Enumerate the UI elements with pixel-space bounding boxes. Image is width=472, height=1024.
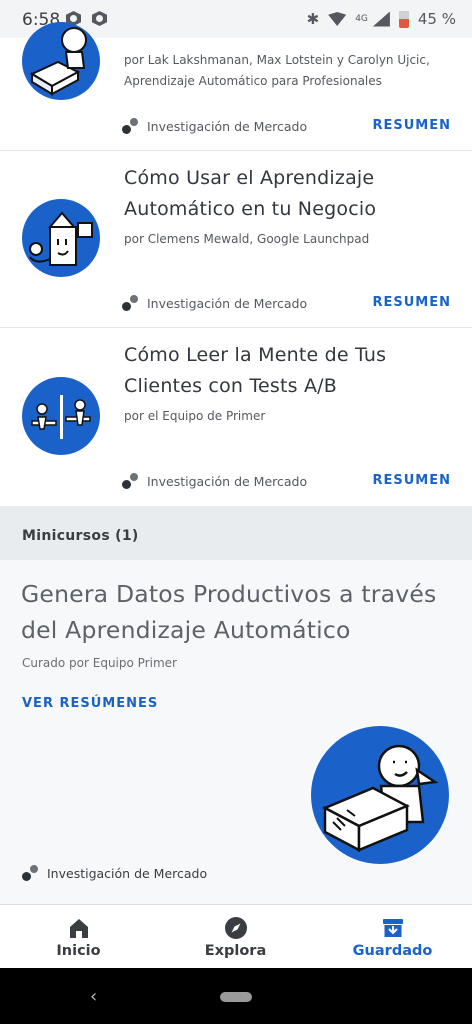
category-label: Investigación de Mercado	[147, 118, 308, 134]
card-byline: por el Equipo de Primer	[124, 409, 266, 423]
network-type: 4G	[355, 14, 368, 24]
wifi-icon	[328, 12, 347, 26]
resumen-button[interactable]: RESUMEN	[372, 118, 451, 133]
minicourse-byline: Curado por Equipo Primer	[22, 656, 177, 670]
ab-test-desks-illustration	[22, 377, 100, 455]
card-category: Investigación de Mercado	[122, 473, 307, 489]
ver-resumenes-button[interactable]: VER RESÚMENES	[22, 696, 158, 711]
nav-label: Explora	[204, 943, 267, 959]
bluetooth-icon: ✱	[306, 10, 320, 28]
category-label: Investigación de Mercado	[47, 865, 208, 881]
summary-card[interactable]: Cómo Leer la Mente de Tus Clientes con T…	[0, 328, 472, 505]
minicourse-category: Investigación de Mercado	[22, 865, 207, 881]
resumen-button[interactable]: RESUMEN	[372, 473, 451, 488]
nav-inicio[interactable]: Inicio	[0, 905, 157, 969]
system-navigation-bar: ‹	[0, 968, 472, 1024]
nav-label: Inicio	[56, 943, 101, 959]
card-category: Investigación de Mercado	[122, 118, 307, 134]
card-category: Investigación de Mercado	[122, 295, 307, 311]
saved-archive-icon	[382, 919, 403, 937]
battery-icon	[398, 10, 409, 28]
category-dots-icon	[22, 865, 40, 881]
summary-card[interactable]: Cómo Usar el Aprendizaje Automático en t…	[0, 151, 472, 328]
nav-explora[interactable]: Explora	[157, 905, 314, 969]
summary-card[interactable]: por Lak Lakshmanan, Max Lotstein y Carol…	[0, 22, 472, 151]
battery-percent: 45 %	[417, 10, 456, 28]
category-label: Investigación de Mercado	[147, 473, 308, 489]
card-byline: por Lak Lakshmanan, Max Lotstein y Carol…	[124, 53, 430, 88]
robot-illustration	[22, 199, 100, 277]
person-with-box-illustration	[22, 22, 100, 100]
card-title[interactable]: Cómo Leer la Mente de Tus Clientes con T…	[124, 340, 454, 402]
person-with-box-illustration	[311, 726, 449, 864]
signal-icon	[372, 11, 390, 27]
nav-guardado[interactable]: Guardado	[314, 905, 471, 969]
compass-icon	[224, 917, 247, 939]
bottom-navigation: Inicio Explora Guardado	[0, 904, 472, 969]
nav-label: Guardado	[352, 943, 433, 959]
minicourse-card[interactable]: Genera Datos Productivos a través del Ap…	[0, 560, 472, 904]
category-dots-icon	[122, 295, 140, 311]
section-header: Minicursos (1)	[0, 506, 472, 560]
card-byline: por Clemens Mewald, Google Launchpad	[124, 232, 370, 246]
category-dots-icon	[122, 473, 140, 489]
home-gesture-pill[interactable]	[220, 992, 252, 1002]
notification-app-icon	[92, 11, 107, 26]
minicourse-title[interactable]: Genera Datos Productivos a través del Ap…	[21, 576, 461, 648]
back-icon[interactable]: ‹	[90, 986, 97, 1007]
section-title: Minicursos (1)	[22, 528, 139, 544]
home-icon	[69, 919, 88, 938]
card-title[interactable]: Cómo Usar el Aprendizaje Automático en t…	[124, 163, 454, 225]
resumen-button[interactable]: RESUMEN	[372, 295, 451, 310]
category-label: Investigación de Mercado	[147, 295, 308, 311]
category-dots-icon	[122, 118, 140, 134]
